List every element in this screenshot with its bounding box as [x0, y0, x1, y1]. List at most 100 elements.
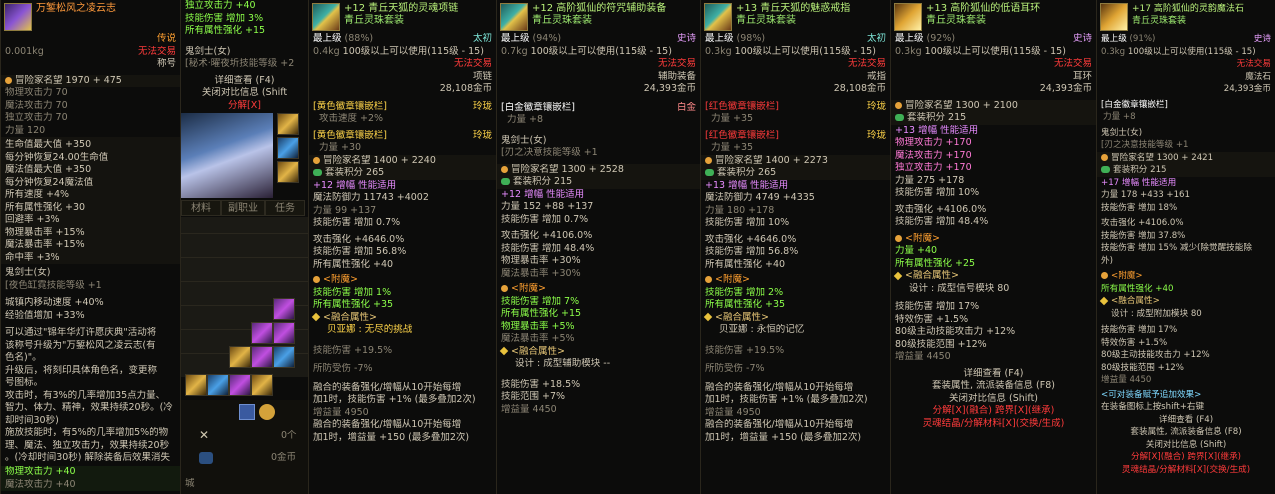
fusion-stat: 80级技能范围 +12% — [895, 338, 987, 350]
tab-sub-job[interactable]: 副职业 — [221, 200, 265, 216]
set-points-icon — [313, 169, 322, 176]
detail-hint: 详细查看 (F4) — [214, 74, 275, 86]
bonus: 每分钟恢复24魔法值 — [5, 176, 94, 188]
exp-bonus: 经验值增加 +33% — [5, 309, 85, 321]
fusion-stat: 技能伤害 +18.5% — [501, 378, 581, 390]
atk-boost: 攻击强化 +4106.0% — [1101, 218, 1184, 228]
inventory-item[interactable] — [273, 346, 295, 368]
close-icon[interactable]: ✕ — [199, 428, 209, 442]
inventory-item[interactable] — [251, 346, 273, 368]
magic-def: 魔法防御力 11743 +4002 — [313, 192, 429, 203]
sort-icon[interactable] — [239, 404, 255, 420]
skill-dmg: 技能伤害 增加 18% — [1101, 202, 1178, 213]
treasure-icon[interactable] — [199, 452, 213, 464]
amp-header: +12 增幅 性能适用 — [313, 179, 397, 191]
strength: 力量 180 +178 — [705, 204, 775, 216]
skill-dmg: 技能伤害 增加 10% — [895, 187, 980, 198]
bonus: 所有属性强化 +30 — [5, 201, 86, 213]
inventory-area: 独立攻击力 +40 技能伤害 增加 3% 所有属性强化 +15 鬼剑士(女) [… — [180, 0, 308, 494]
item-name: +13 高阶狐仙的低语耳环 — [926, 3, 1041, 14]
inventory-item[interactable] — [185, 374, 207, 396]
item-name: +13 青丘天狐的魅惑戒指 — [736, 3, 851, 14]
desc-line: 升级后，将刻印具体角色名，变更称 — [5, 364, 158, 376]
fusion-desc: 增益量 4950 — [705, 406, 761, 418]
fame-icon — [895, 101, 902, 109]
inventory-item[interactable] — [273, 298, 295, 320]
enchant-stat: 所有属性强化 +40 — [1101, 283, 1174, 294]
grade-pct: (92%) — [926, 33, 956, 44]
fusion-stat: 技能伤害 增加 17% — [1101, 325, 1178, 335]
grade-pct: (94%) — [532, 33, 562, 44]
rarity: 太初 — [472, 33, 492, 44]
rarity: 史诗 — [676, 33, 696, 44]
fusion-stat: 80级技能范围 +12% — [1101, 362, 1184, 373]
emblem-slot: [黄色徽章镶嵌栏] — [313, 100, 387, 112]
class-req: 鬼剑士(女) — [5, 267, 51, 278]
stat-line: 所有属性强化 +15 — [185, 25, 266, 36]
fusion-desc: 加1时，增益量 +150 (最多叠加2次) — [313, 431, 470, 443]
enchant-stat: 物理暴击率 +5% — [501, 320, 575, 332]
equip-slot[interactable] — [277, 113, 299, 135]
extra-effect-hint: 在装备图标上按shift+右键 — [1101, 402, 1205, 412]
inventory-item[interactable] — [251, 374, 273, 396]
city-speed: 城镇内移动速度 +40% — [5, 297, 104, 308]
earring-tooltip: +13 高阶狐仙的低语耳环 青丘灵珠套装 最上级 (92%) 史诗 0.3kg 10… — [890, 0, 1096, 494]
grade: 最上级 — [895, 33, 924, 44]
fame: 冒险家名望 1300 + 2100 — [905, 99, 1018, 111]
skill-bonus: [刃之决意技能等级 +1 — [501, 147, 598, 158]
price: 28,108金币 — [833, 83, 886, 94]
inventory-item[interactable] — [207, 374, 229, 396]
inventory-item[interactable] — [229, 346, 251, 368]
enchant-stat: 所有属性强化 +35 — [705, 299, 786, 310]
bonus: 魔法值最大值 +350 — [5, 164, 92, 175]
fusion-header: <融合属性> — [715, 311, 769, 323]
enchant-stat: 技能伤害 增加 2% — [705, 286, 784, 298]
level-req: 100级以上可以使用(115级 - 15) — [734, 45, 876, 57]
fusion-stat: 技能伤害 增加 17% — [895, 301, 980, 312]
fusion-stat: 技能伤害 +19.5% — [313, 344, 393, 356]
fusion-desc: 融合的装备强化/增幅从10开始每增 — [705, 419, 854, 430]
inventory-item[interactable] — [251, 322, 273, 344]
equip-slot[interactable] — [277, 137, 299, 159]
tab-materials[interactable]: 材料 — [181, 200, 221, 216]
set-name: 青丘灵珠套装 — [532, 15, 592, 26]
set-points: 套装积分 215 — [513, 176, 573, 187]
emblem-tier: 玲珑 — [866, 100, 886, 112]
no-trade: 无法交易 — [657, 58, 696, 69]
fusion-header: <融合属性> — [1111, 296, 1160, 306]
class-req: 鬼剑士(女) — [1101, 127, 1143, 138]
all-stat: 所有属性强化 +40 — [313, 258, 394, 270]
rarity: 史诗 — [1253, 34, 1271, 44]
set-name: 青丘灵珠套装 — [926, 15, 986, 26]
bonus: 命中率 +3% — [5, 251, 60, 263]
no-trade: 无法交易 — [453, 58, 492, 69]
inventory-item[interactable] — [273, 322, 295, 344]
slot-type: 耳环 — [1072, 70, 1092, 82]
settings-icon[interactable] — [259, 404, 275, 420]
amp-header: +13 增幅 性能适用 — [895, 124, 979, 136]
bonus: 魔法暴击率 +15% — [5, 239, 85, 250]
price: 28,108金币 — [439, 83, 492, 94]
magic-stone-icon — [1100, 3, 1128, 31]
level-req: 100级以上可以使用(115级 - 15) — [1127, 46, 1256, 57]
inventory-item[interactable] — [229, 374, 251, 396]
character-preview — [181, 113, 273, 198]
skill-dmg: 技能伤害 增加 10% — [705, 217, 790, 228]
footer-stat: 物理攻击力 +40 — [5, 466, 76, 477]
atk-boost: 攻击强化 +4646.0% — [705, 233, 797, 245]
item-name: +12 高阶狐仙的符咒辅助装备 — [532, 3, 667, 14]
tab-quest[interactable]: 任务 — [265, 200, 305, 216]
enchant-stat: 技能伤害 增加 1% — [313, 286, 392, 298]
mag-crit: 魔法暴击率 +30% — [501, 267, 581, 279]
bonus: 所有速度 +4% — [5, 189, 70, 200]
fame-icon — [501, 165, 508, 173]
grade-pct: (88%) — [344, 33, 374, 44]
skill-dmg: 技能伤害 增加 0.7% — [501, 213, 589, 225]
fusion-name: 设计 : 成型信号模块 80 — [909, 282, 1010, 294]
equip-slot[interactable] — [277, 161, 299, 183]
item-name: +12 青丘天狐的灵魂项链 — [344, 3, 459, 14]
weight: 0.3kg — [705, 45, 732, 57]
stat: 力量 120 — [5, 124, 46, 136]
weight: 0.7kg — [501, 45, 528, 57]
item-type: 称号 — [156, 58, 176, 69]
